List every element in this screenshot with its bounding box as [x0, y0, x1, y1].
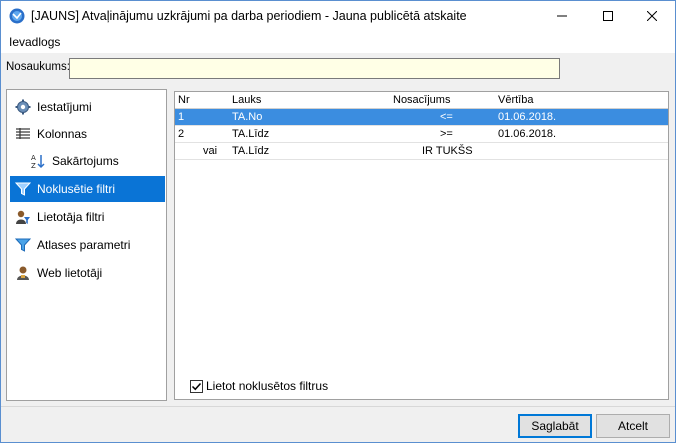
sidebar-item-label: Atlases parametri [37, 238, 131, 252]
row-lauks: TA.Līdz [232, 128, 270, 140]
gear-icon [15, 99, 31, 115]
column-header-nosacijums[interactable]: Nosacījums [393, 94, 450, 106]
row-operator: vai [203, 145, 218, 157]
table-row[interactable]: vai TA.Līdz IR TUKŠS [175, 143, 668, 160]
sidebar-item-label: Sakārtojums [52, 154, 119, 168]
filter-icon [15, 181, 31, 197]
sidebar-item-iestatijumi[interactable]: Iestatījumi [10, 94, 165, 120]
table-row[interactable]: 1 TA.No <= 01.06.2018. [175, 109, 668, 126]
sidebar-item-atlases-parametri[interactable]: Atlases parametri [10, 232, 165, 258]
row-nosacijums: <= [440, 111, 453, 123]
row-nosacijums: IR TUKŠS [422, 145, 473, 157]
funnel-icon [15, 237, 31, 253]
title-bar: [JAUNS] Atvaļinājumu uzkrājumi pa darba … [1, 1, 675, 31]
sidebar-item-label: Lietotāja filtri [37, 210, 105, 224]
menu-ievadlogs[interactable]: Ievadlogs [9, 35, 60, 49]
default-filters-checkbox[interactable] [190, 379, 203, 393]
row-nr: 2 [178, 128, 185, 140]
table-row[interactable]: 2 TA.Līdz >= 01.06.2018. [175, 126, 668, 143]
svg-text:A: A [31, 154, 36, 162]
window-title: [JAUNS] Atvaļinājumu uzkrājumi pa darba … [31, 9, 467, 23]
row-vertiba: 01.06.2018. [498, 128, 557, 140]
web-user-icon [15, 265, 31, 281]
minimize-button[interactable] [539, 1, 585, 31]
name-label: Nosaukums: [6, 61, 70, 73]
name-row: Nosaukums: [1, 53, 675, 83]
name-input[interactable] [69, 58, 560, 79]
sidebar-item-lietotaja-filtri[interactable]: Lietotāja filtri [10, 204, 165, 230]
row-nosacijums: >= [440, 128, 453, 140]
row-vertiba: 01.06.2018. [498, 111, 557, 123]
close-button[interactable] [629, 1, 675, 31]
sidebar-item-noklusetie-filtri[interactable]: Noklusētie filtri [10, 176, 165, 202]
maximize-button[interactable] [585, 1, 631, 31]
sidebar-item-label: Web lietotāji [37, 266, 103, 280]
row-lauks: TA.No [232, 111, 263, 123]
sort-icon: A Z [30, 153, 46, 169]
menu-bar: Ievadlogs [1, 31, 675, 53]
column-header-lauks[interactable]: Lauks [232, 94, 261, 106]
app-icon [9, 8, 25, 24]
dialog-window: [JAUNS] Atvaļinājumu uzkrājumi pa darba … [0, 0, 676, 443]
row-nr: 1 [178, 111, 185, 123]
footer: Saglabāt Atcelt [1, 406, 675, 442]
columns-icon [15, 126, 31, 142]
row-lauks: TA.Līdz [232, 145, 270, 157]
sidebar-item-kolonnas[interactable]: Kolonnas [10, 121, 165, 147]
sidebar: Iestatījumi Kolonnas A Z Sakārtojums Nok… [6, 89, 167, 401]
sidebar-item-label: Noklusētie filtri [37, 182, 116, 196]
sidebar-item-label: Iestatījumi [37, 100, 92, 114]
sidebar-item-label: Kolonnas [37, 127, 88, 141]
save-button[interactable]: Saglabāt [518, 414, 592, 438]
sidebar-item-sakartojums[interactable]: A Z Sakārtojums [10, 148, 165, 174]
default-filters-checkbox-row[interactable]: Lietot noklusētos filtrus [190, 378, 328, 394]
sidebar-item-web-lietotaji[interactable]: Web lietotāji [10, 260, 165, 286]
grid-header: Nr Lauks Nosacījums Vērtība [175, 92, 668, 109]
column-header-nr[interactable]: Nr [178, 94, 190, 106]
column-header-vertiba[interactable]: Vērtība [498, 94, 533, 106]
user-filter-icon [15, 209, 31, 225]
svg-text:Z: Z [31, 162, 36, 169]
default-filters-label: Lietot noklusētos filtrus [206, 379, 329, 393]
filter-grid: Nr Lauks Nosacījums Vērtība 1 TA.No <= 0… [174, 91, 669, 400]
cancel-button[interactable]: Atcelt [596, 414, 670, 438]
